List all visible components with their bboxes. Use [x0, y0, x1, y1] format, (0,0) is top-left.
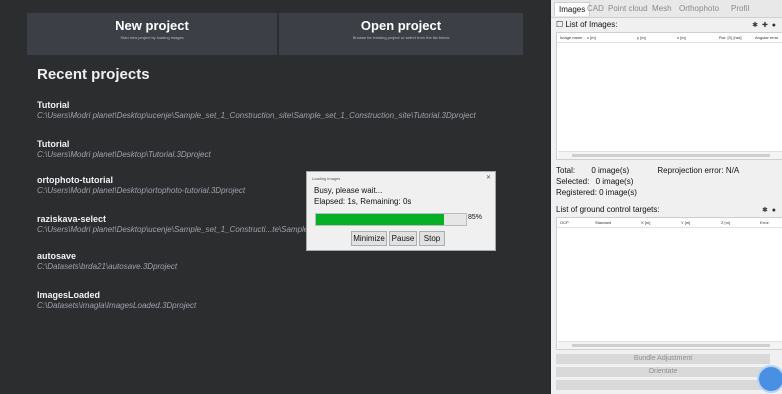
- open-project-title: Open project: [360, 18, 442, 33]
- recent-project-item[interactable]: ortophoto-tutorial C:\Users\Modri planet…: [37, 175, 245, 195]
- total-images: Total: 0 image(s) Reprojection error: N/…: [556, 166, 739, 175]
- registered-images: Registered: 0 image(s): [556, 188, 637, 197]
- column-header[interactable]: GCP: [560, 220, 569, 225]
- recent-project-item[interactable]: Tutorial C:\Users\Modri planet\Desktop\u…: [37, 100, 476, 120]
- column-header[interactable]: Y [m]: [681, 220, 690, 225]
- column-header[interactable]: Standard: [595, 220, 611, 225]
- dialog-title: Loading images: [312, 176, 341, 181]
- gcp-toolbar: ✱ ●: [762, 206, 777, 214]
- settings-icon[interactable]: ✱: [752, 22, 759, 29]
- images-table-header: Image name x [m] y [m] z [m] Rot. [X] [r…: [557, 33, 782, 43]
- remove-icon[interactable]: ●: [772, 22, 777, 29]
- project-path: C:\Users\Modri planet\Desktop\ucenje\Sam…: [37, 111, 476, 120]
- tab-bar: Images CAD Point cloud Mesh Orthophoto P…: [551, 0, 782, 18]
- project-path: C:\Datasets\brda21\autosave.3Dproject: [37, 262, 178, 271]
- column-header[interactable]: Rot. [X] [rad]: [719, 35, 741, 40]
- new-project-title: New project: [115, 18, 189, 33]
- total-value: 0 image(s): [591, 166, 630, 175]
- gcp-table-header: GCP Standard X [m] Y [m] Z [m] Error: [557, 218, 782, 228]
- right-panel: Images CAD Point cloud Mesh Orthophoto P…: [551, 0, 782, 394]
- project-name: Tutorial: [37, 139, 70, 149]
- horizontal-scrollbar[interactable]: [558, 151, 782, 159]
- column-header[interactable]: x [m]: [587, 35, 596, 40]
- gcp-list-title: List of ground control targets:: [556, 205, 660, 214]
- project-name: Tutorial: [37, 100, 70, 110]
- tab-orthophoto[interactable]: Orthophoto: [679, 4, 719, 13]
- floating-action-button[interactable]: [757, 365, 782, 393]
- open-project-button[interactable]: Open project Browse for existing project…: [279, 13, 523, 55]
- horizontal-scrollbar[interactable]: [558, 341, 782, 349]
- close-icon[interactable]: ✕: [486, 174, 491, 181]
- column-header[interactable]: X [m]: [641, 220, 650, 225]
- scrollbar-thumb[interactable]: [572, 154, 770, 157]
- column-header[interactable]: Z [m]: [721, 220, 730, 225]
- total-label: Total:: [556, 166, 576, 175]
- extra-action-button[interactable]: [556, 380, 770, 390]
- recent-project-item[interactable]: ImagesLoaded C:\Datasets\imagla\ImagesLo…: [37, 290, 196, 310]
- new-project-button[interactable]: New project Start new project by loading…: [27, 13, 277, 55]
- tab-mesh[interactable]: Mesh: [652, 4, 672, 13]
- project-path: C:\Datasets\imagla\ImagesLoaded.3Dprojec…: [37, 301, 197, 310]
- stop-button[interactable]: Stop: [419, 231, 445, 246]
- column-header[interactable]: Angular error: [755, 35, 778, 40]
- progress-fill: [316, 214, 444, 225]
- progress-bar: [315, 213, 467, 226]
- project-name: autosave: [37, 251, 77, 261]
- recent-project-item[interactable]: autosave C:\Datasets\brda21\autosave.3Dp…: [37, 251, 177, 271]
- project-name: ortophoto-tutorial: [37, 175, 113, 185]
- images-list-header: ☐ List of Images:: [556, 20, 617, 29]
- images-table: Image name x [m] y [m] z [m] Rot. [X] [r…: [556, 32, 782, 160]
- recent-project-item[interactable]: Tutorial C:\Users\Modri planet\Desktop\T…: [37, 139, 211, 159]
- add-icon[interactable]: ✚: [762, 22, 769, 29]
- orientate-button[interactable]: Orientate: [556, 367, 770, 377]
- checkbox-icon[interactable]: ☐: [556, 20, 563, 29]
- open-project-subtitle: Browse for existing project or select fr…: [352, 35, 450, 40]
- images-list-title: List of Images:: [565, 20, 618, 29]
- selected-images: Selected: 0 image(s): [556, 177, 633, 186]
- project-path: C:\Users\Modri planet\Desktop\ortophoto-…: [37, 186, 246, 195]
- progress-percent: 85%: [468, 214, 483, 221]
- settings-icon[interactable]: ✱: [762, 207, 769, 214]
- column-header[interactable]: Image name: [560, 35, 582, 40]
- dialog-elapsed: Elapsed: 1s, Remaining: 0s: [314, 197, 412, 206]
- images-toolbar: ✱ ✚ ●: [752, 21, 777, 29]
- column-header[interactable]: z [m]: [677, 35, 686, 40]
- new-project-subtitle: Start new project by loading images: [120, 35, 184, 40]
- reprojection-error: Reprojection error: N/A: [657, 166, 740, 175]
- bundle-adjustment-button[interactable]: Bundle Adjustment: [556, 354, 770, 364]
- tab-profile[interactable]: Profil: [731, 4, 749, 13]
- recent-projects-heading: Recent projects: [37, 66, 150, 83]
- selected-label: Selected:: [556, 177, 590, 186]
- tab-point-cloud[interactable]: Point cloud: [608, 4, 648, 13]
- column-header[interactable]: Error: [760, 220, 769, 225]
- column-header[interactable]: y [m]: [637, 35, 646, 40]
- start-panel: New project Start new project by loading…: [0, 0, 549, 394]
- pause-button[interactable]: Pause: [389, 231, 417, 246]
- tab-images[interactable]: Images: [554, 2, 591, 16]
- scrollbar-thumb[interactable]: [572, 344, 770, 347]
- dialog-message: Busy, please wait...: [314, 186, 383, 195]
- project-name: ImagesLoaded: [37, 290, 101, 300]
- project-path: C:\Users\Modri planet\Desktop\Tutorial.3…: [37, 150, 211, 159]
- selected-value: 0 image(s): [595, 177, 634, 186]
- tab-cad[interactable]: CAD: [587, 4, 604, 13]
- gcp-table: GCP Standard X [m] Y [m] Z [m] Error: [556, 217, 782, 350]
- remove-icon[interactable]: ●: [772, 207, 777, 214]
- loading-dialog: Loading images ✕ Busy, please wait... El…: [306, 171, 496, 251]
- minimize-button[interactable]: Minimize: [351, 231, 387, 246]
